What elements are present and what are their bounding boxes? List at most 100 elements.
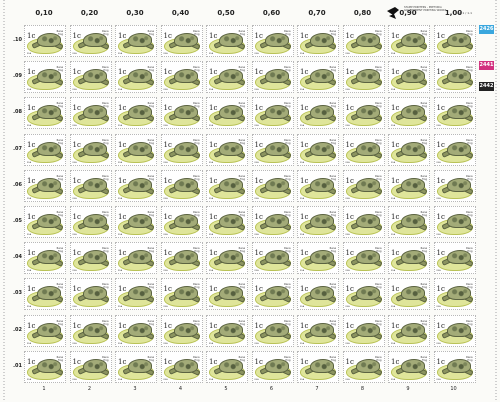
stamp-caption-line2: frog <box>194 177 200 181</box>
stamp-country: RSA <box>436 161 441 164</box>
row-price-4: .07 <box>13 145 22 152</box>
stamp-country: RSA <box>436 197 441 200</box>
stamp: 1c Rana frog RSA <box>388 314 430 347</box>
stamp-caption: Rana frog <box>57 175 63 181</box>
stamp-caption: Rana frog <box>330 66 336 72</box>
stamp-denomination: 1c <box>436 321 445 330</box>
stamp-denomination: 1c <box>118 249 127 258</box>
stamp-caption-line2: frog <box>240 358 245 362</box>
stamp-caption: Rana frog <box>193 320 199 326</box>
stamp: 1c Rana frog RSA <box>388 169 430 202</box>
stamp-caption-line2: frog <box>149 69 154 73</box>
stamp-country: RSA <box>254 161 259 164</box>
stamp-denomination: 1c <box>300 104 309 113</box>
stamp-denomination: 1c <box>72 321 81 330</box>
stamp-country: RSA <box>209 53 214 55</box>
stamp-denomination: 1c <box>163 104 172 113</box>
stamp-denomination: 1c <box>163 140 172 149</box>
stamp-denomination: 1c <box>300 140 309 149</box>
stamp: 1c Rana frog RSA <box>251 242 294 275</box>
stamp-country: RSA <box>254 89 259 92</box>
stamp-country: RSA <box>27 378 32 381</box>
stamp-denomination: 1c <box>72 32 81 40</box>
stamp-country: RSA <box>345 53 350 55</box>
top-value-7: 0,70 <box>308 9 326 17</box>
stamp: 1c Rana frog RSA <box>342 314 385 347</box>
stamp-denomination: 1c <box>391 357 400 366</box>
color-box-3: 2442 <box>479 82 494 91</box>
stamp-denomination: 1c <box>254 321 263 330</box>
stamp-caption: Rana frog <box>284 211 290 217</box>
stamp: 1c Rana frog RSA <box>160 350 203 383</box>
stamp-caption-line2: frog <box>240 286 245 290</box>
stamp-denomination: 1c <box>254 140 263 149</box>
stamp: 1c Rana frog RSA <box>24 242 66 275</box>
stamp-country: RSA <box>163 89 168 92</box>
stamp-country: RSA <box>209 342 214 345</box>
stamp-country: RSA <box>436 234 441 236</box>
column-number-6: 6 <box>269 386 274 392</box>
stamp-country: RSA <box>254 306 259 309</box>
stamp-country: RSA <box>300 342 305 345</box>
stamp-caption-line2: frog <box>149 33 154 36</box>
stamp: 1c Rana frog RSA <box>388 242 430 275</box>
stamp-country: RSA <box>72 306 77 309</box>
stamp-caption-line2: frog <box>194 286 200 290</box>
stamp-country: RSA <box>118 342 123 345</box>
stamp-country: RSA <box>300 89 305 92</box>
stamp-country: RSA <box>163 234 168 236</box>
column-number-1: 1 <box>42 386 46 392</box>
row-price-1: .10 <box>13 37 22 43</box>
stamp-denomination: 1c <box>209 68 218 77</box>
stamp-denomination: 1c <box>345 104 354 113</box>
stamp-denomination: 1c <box>118 357 127 366</box>
stamp-sheet: 0,10 0,20 0,30 0,40 0,50 0,60 0,70 0,80 0,90 1,00… <box>0 0 500 402</box>
stamp-denomination: 1c <box>300 321 309 330</box>
column-number-5: 5 <box>224 386 228 392</box>
stamp-caption: Rana frog <box>284 247 290 253</box>
stamp-country: RSA <box>436 378 441 381</box>
stamp-denomination: 1c <box>209 140 218 149</box>
stamp-country: RSA <box>391 342 396 345</box>
stamp: 1c Rana frog RSA <box>69 278 112 311</box>
stamp-country: RSA <box>300 378 305 381</box>
stamp: 1c Rana frog RSA <box>388 350 430 383</box>
stamp-denomination: 1c <box>345 285 354 294</box>
stamp-denomination: 1c <box>72 285 81 294</box>
column-number-7: 7 <box>315 386 319 392</box>
stamp-caption-line2: frog <box>103 286 109 290</box>
stamp-denomination: 1c <box>163 213 172 221</box>
stamp-country: RSA <box>118 53 123 55</box>
stamp-caption: Rana frog <box>193 283 199 289</box>
stamp-denomination: 1c <box>345 357 354 366</box>
row-price-6: .05 <box>13 218 22 224</box>
stamp-caption: Rana frog <box>239 356 245 362</box>
stamp-denomination: 1c <box>345 321 354 330</box>
stamp-denomination: 1c <box>118 176 127 185</box>
stamp-caption-line2: frog <box>467 33 473 36</box>
sheet-info-code: KAP 1 / 1.1 <box>455 11 472 16</box>
stamp-caption-line2: frog <box>240 177 245 181</box>
stamp-country: RSA <box>345 197 350 200</box>
stamp-caption: Rana frog <box>421 320 427 326</box>
stamp-country: RSA <box>345 89 350 92</box>
stamp-caption: Rana frog <box>102 30 108 36</box>
stamp-denomination: 1c <box>345 140 354 149</box>
stamp-caption-line2: frog <box>331 141 336 145</box>
stamp: 1c Rana frog RSA <box>433 25 476 57</box>
stamp-caption-line2: frog <box>240 214 245 217</box>
stamp-caption: Rana frog <box>421 139 427 145</box>
stamp: 1c Rana frog RSA <box>206 278 248 311</box>
stamp-caption-line2: frog <box>422 33 427 36</box>
stamp-country: RSA <box>27 234 32 236</box>
stamp: 1c Rana frog RSA <box>433 169 476 202</box>
stamp-caption: Rana frog <box>284 175 290 181</box>
stamp-caption: Rana frog <box>102 211 108 217</box>
stamp-caption-line2: frog <box>467 286 473 290</box>
stamp-caption: Rana frog <box>148 283 154 289</box>
stamp: 1c Rana frog RSA <box>206 133 248 166</box>
stamp-country: RSA <box>72 270 77 273</box>
stamp-caption-line2: frog <box>422 322 427 326</box>
stamp-denomination: 1c <box>436 249 445 258</box>
stamp: 1c Rana frog RSA <box>160 169 203 202</box>
